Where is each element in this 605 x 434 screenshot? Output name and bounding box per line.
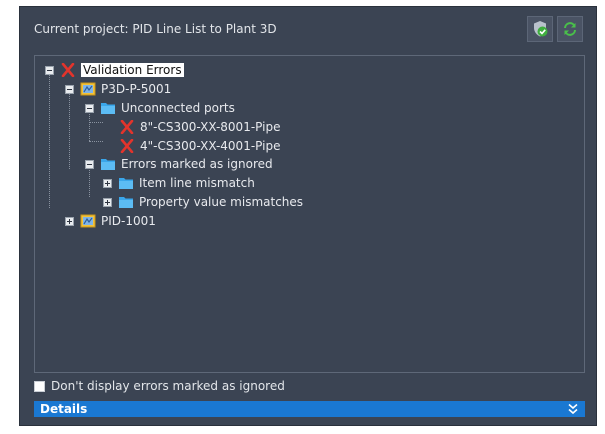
details-label: Details [40,402,88,416]
tree-node-pipe-8001[interactable]: 8"-CS300-XX-8001-Pipe [119,118,280,136]
tree-node-label: 8"-CS300-XX-8001-Pipe [140,120,281,134]
expand-toggle[interactable] [65,216,74,226]
validation-panel: Current project: PID Line List to Plant … [19,6,597,426]
tree-node-errors-ignored[interactable]: Errors marked as ignored [85,155,273,173]
details-expander[interactable]: Details [34,401,585,417]
tree-node-drawing-p3d[interactable]: P3D-P-5001 [65,80,171,98]
tree-guide-line [89,141,103,142]
tree-node-label: Unconnected ports [121,101,235,115]
tree-node-pipe-4001[interactable]: 4"-CS300-XX-4001-Pipe [119,137,280,155]
current-project-label: Current project: PID Line List to Plant … [34,22,277,36]
folder-icon [119,197,133,208]
hide-ignored-label: Don't display errors marked as ignored [51,379,285,393]
tree-node-unconnected-ports[interactable]: Unconnected ports [85,99,235,117]
error-x-icon [61,63,75,77]
tree-guide-line [49,70,50,208]
tree-node-label: Item line mismatch [139,176,255,190]
folder-icon [101,159,115,170]
tree-node-validation-errors[interactable]: Validation Errors [45,61,184,79]
tree-node-item-line-mismatch[interactable]: Item line mismatch [103,174,255,192]
tree-node-label: P3D-P-5001 [101,82,172,96]
tree-node-label: Validation Errors [81,63,184,77]
collapse-toggle[interactable] [85,159,94,169]
double-chevron-down-icon [568,403,578,415]
hide-ignored-checkbox[interactable] [34,380,45,392]
error-x-icon [120,139,134,153]
tree-guide-line [89,122,103,123]
folder-icon [119,178,133,189]
expand-toggle[interactable] [103,197,112,207]
validate-check-icon [534,21,548,37]
collapse-toggle[interactable] [45,65,54,75]
tree-node-label: Errors marked as ignored [121,157,273,171]
hide-ignored-option[interactable]: Don't display errors marked as ignored [34,379,285,393]
folder-icon [101,103,115,114]
validate-button[interactable] [527,16,553,42]
error-x-icon [120,120,134,134]
drawing-icon [80,82,96,96]
validation-tree[interactable]: Validation Errors P3D-P-5001 Unconnected… [34,55,585,373]
tree-node-property-value-mismatches[interactable]: Property value mismatches [103,193,303,211]
tree-node-label: 4"-CS300-XX-4001-Pipe [140,139,281,153]
drawing-icon [80,214,96,228]
expand-toggle[interactable] [103,178,112,188]
tree-node-label: PID-1001 [101,214,156,228]
tree-node-label: Property value mismatches [139,195,304,209]
tree-node-drawing-pid[interactable]: PID-1001 [65,212,156,230]
collapse-toggle[interactable] [85,103,94,113]
refresh-button[interactable] [557,16,583,42]
refresh-icon [564,22,576,36]
tree-guide-line [69,89,70,169]
collapse-toggle[interactable] [65,84,74,94]
